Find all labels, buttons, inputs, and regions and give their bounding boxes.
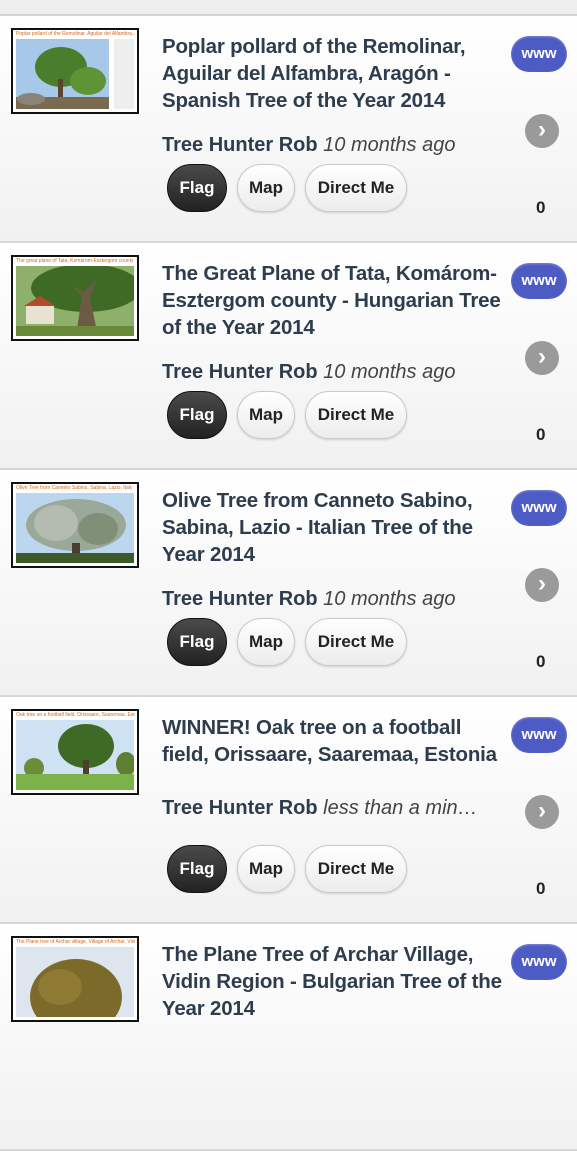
thumbnail-image[interactable]: The Plane tree of Archar village, Villag… bbox=[11, 936, 139, 1022]
item-byline: Tree Hunter Rob 10 months ago bbox=[162, 132, 507, 159]
timestamp: 10 months ago bbox=[323, 361, 456, 383]
item-title[interactable]: The Great Plane of Tata, Komárom-Eszterg… bbox=[162, 260, 507, 341]
list-item[interactable]: Olive Tree from Canneto Sabino, Sabina, … bbox=[0, 470, 577, 697]
thumbnail-caption: The great plane of Tata, Komárom-Eszterg… bbox=[16, 258, 134, 264]
map-button[interactable]: Map bbox=[237, 618, 295, 666]
chevron-right-icon[interactable]: › bbox=[525, 341, 559, 375]
item-count: 0 bbox=[536, 198, 546, 217]
thumbnail-image[interactable]: Poplar pollard of the Remolinar, Aguilar… bbox=[11, 28, 139, 114]
author-name: Tree Hunter Rob bbox=[162, 134, 318, 156]
thumbnail-caption: The Plane tree of Archar village, Villag… bbox=[16, 939, 135, 945]
www-button[interactable]: www bbox=[511, 36, 567, 72]
thumbnail-image[interactable]: The great plane of Tata, Komárom-Eszterg… bbox=[11, 255, 139, 341]
direct-me-button[interactable]: Direct Me bbox=[305, 845, 407, 893]
direct-me-button[interactable]: Direct Me bbox=[305, 164, 407, 212]
item-count: 0 bbox=[536, 652, 546, 671]
flag-button[interactable]: Flag bbox=[167, 164, 227, 212]
item-title[interactable]: Olive Tree from Canneto Sabino, Sabina, … bbox=[162, 487, 507, 568]
thumbnail-caption: Olive Tree from Canneto Sabino, Sabina, … bbox=[16, 485, 133, 491]
thumbnail-caption: Oak tree on a football field, Orissaare,… bbox=[16, 712, 135, 718]
author-name: Tree Hunter Rob bbox=[162, 797, 318, 819]
timestamp: 10 months ago bbox=[323, 134, 456, 156]
item-title[interactable]: The Plane Tree of Archar Village, Vidin … bbox=[162, 941, 507, 1022]
item-byline: Tree Hunter Rob 10 months ago bbox=[162, 586, 507, 613]
list-item[interactable]: The great plane of Tata, Komárom-Eszterg… bbox=[0, 243, 577, 470]
author-name: Tree Hunter Rob bbox=[162, 588, 318, 610]
list-item[interactable]: The Plane tree of Archar village, Villag… bbox=[0, 924, 577, 1151]
map-button[interactable]: Map bbox=[237, 391, 295, 439]
item-count: 0 bbox=[536, 425, 546, 444]
item-title[interactable]: WINNER! Oak tree on a football field, Or… bbox=[162, 714, 507, 768]
www-button[interactable]: www bbox=[511, 944, 567, 980]
timestamp: less than a min… bbox=[323, 797, 478, 819]
item-byline: Tree Hunter Rob 10 months ago bbox=[162, 359, 507, 386]
list-item[interactable]: Oak tree on a football field, Orissaare,… bbox=[0, 697, 577, 924]
map-button[interactable]: Map bbox=[237, 164, 295, 212]
direct-me-button[interactable]: Direct Me bbox=[305, 391, 407, 439]
thumbnail-image[interactable]: Oak tree on a football field, Orissaare,… bbox=[11, 709, 139, 795]
thumbnail-image[interactable]: Olive Tree from Canneto Sabino, Sabina, … bbox=[11, 482, 139, 568]
top-strip bbox=[0, 0, 577, 16]
map-button[interactable]: Map bbox=[237, 845, 295, 893]
chevron-right-icon[interactable]: › bbox=[525, 568, 559, 602]
www-button[interactable]: www bbox=[511, 717, 567, 753]
chevron-right-icon[interactable]: › bbox=[525, 114, 559, 148]
flag-button[interactable]: Flag bbox=[167, 391, 227, 439]
flag-button[interactable]: Flag bbox=[167, 618, 227, 666]
item-byline: Tree Hunter Rob less than a min… bbox=[162, 795, 507, 822]
timestamp: 10 months ago bbox=[323, 588, 456, 610]
flag-button[interactable]: Flag bbox=[167, 845, 227, 893]
www-button[interactable]: www bbox=[511, 263, 567, 299]
item-title[interactable]: Poplar pollard of the Remolinar, Aguilar… bbox=[162, 33, 507, 114]
author-name: Tree Hunter Rob bbox=[162, 361, 318, 383]
www-button[interactable]: www bbox=[511, 490, 567, 526]
thumbnail-caption: Poplar pollard of the Remolinar, Aguilar… bbox=[16, 31, 135, 37]
chevron-right-icon[interactable]: › bbox=[525, 795, 559, 829]
list-item[interactable]: Poplar pollard of the Remolinar, Aguilar… bbox=[0, 16, 577, 243]
item-count: 0 bbox=[536, 879, 546, 898]
direct-me-button[interactable]: Direct Me bbox=[305, 618, 407, 666]
